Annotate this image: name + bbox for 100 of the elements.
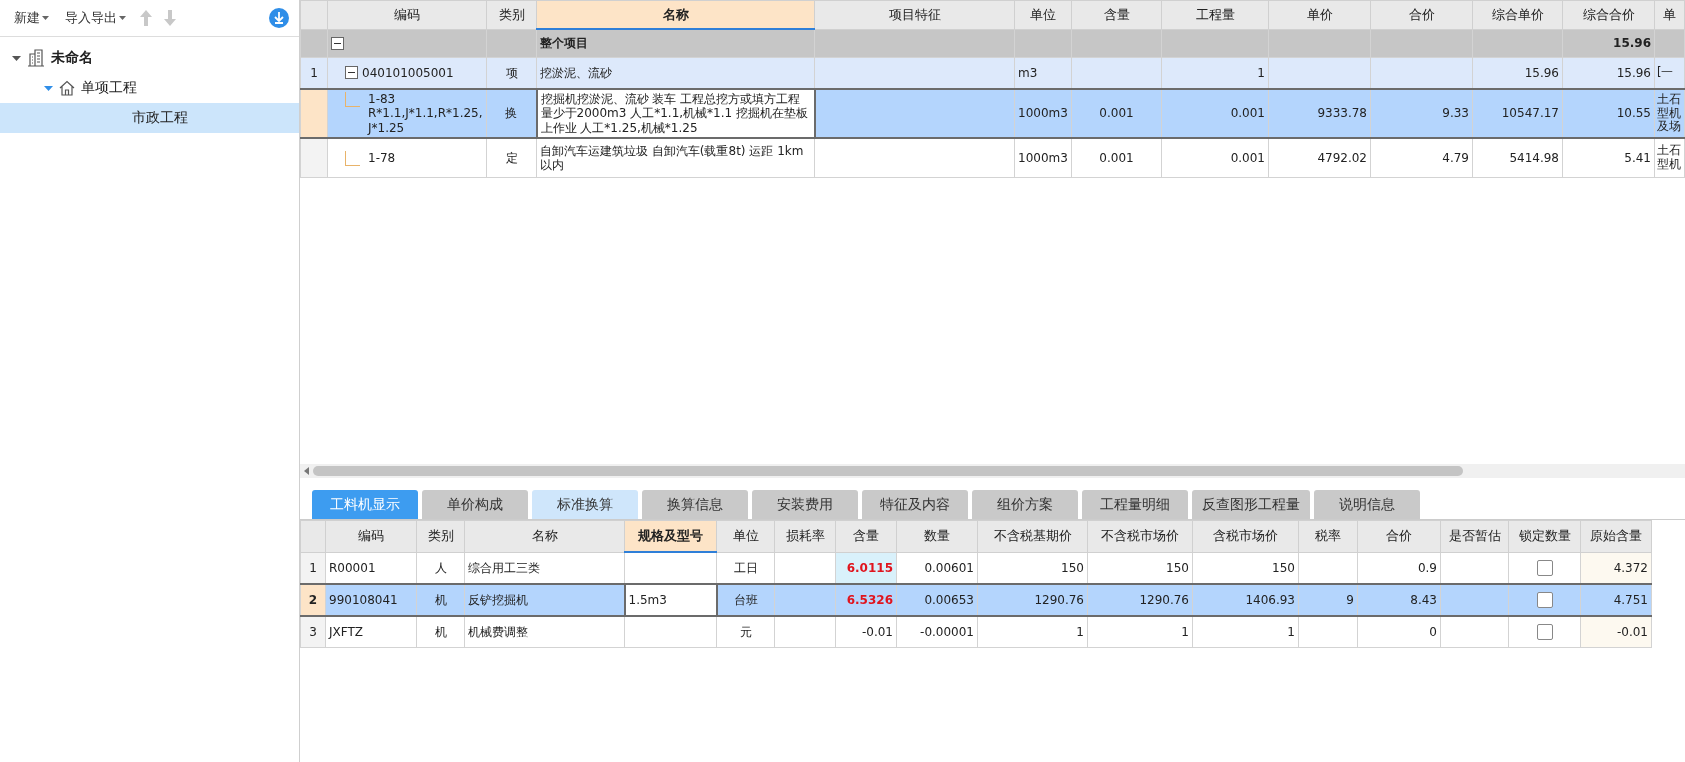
column-header[interactable]: 数量	[896, 520, 978, 552]
table-cell: 15.96	[1524, 65, 1559, 80]
table-cell: 1.5m3	[628, 592, 667, 607]
column-header[interactable]: 含量	[1071, 0, 1162, 29]
tree-connector-line	[345, 92, 360, 107]
caret-down-icon[interactable]	[44, 83, 53, 93]
table-cell: 9.33	[1442, 106, 1469, 121]
horizontal-scrollbar[interactable]	[300, 464, 1685, 478]
tree-item[interactable]: 市政工程	[0, 103, 299, 133]
column-header[interactable]: 单价	[1268, 0, 1371, 29]
column-header[interactable]: 名称	[536, 0, 815, 29]
column-header[interactable]: 类别	[486, 0, 537, 29]
house-icon	[59, 80, 75, 96]
table-cell: 1	[310, 65, 318, 80]
menu-button[interactable]: 新建	[12, 7, 51, 29]
table-cell: 综合用工三类	[468, 560, 540, 575]
column-header[interactable]: 含税市场价	[1192, 520, 1299, 552]
column-header[interactable]: 编码	[327, 0, 487, 29]
column-header[interactable]: 类别	[416, 520, 465, 552]
table-cell: 反铲挖掘机	[468, 592, 528, 607]
column-header[interactable]: 损耗率	[774, 520, 836, 552]
table-cell: 1290.76	[1034, 592, 1084, 607]
table-cell: 6.5326	[846, 592, 893, 607]
column-header[interactable]: 合价	[1370, 0, 1473, 29]
table-cell: 0.001	[1230, 150, 1265, 165]
table-cell: 5.41	[1624, 150, 1651, 165]
tab[interactable]: 单价构成	[422, 490, 528, 519]
table-cell: 元	[739, 624, 752, 639]
tree-item[interactable]: 单项工程	[0, 73, 299, 103]
item-code: 1-83 R*1.1,J*1.1,R*1.25,J*1.25	[366, 92, 483, 136]
column-header[interactable]: 单	[1654, 0, 1685, 29]
table-cell: 0.00653	[924, 592, 974, 607]
column-header[interactable]: 是否暂估	[1440, 520, 1509, 552]
scroll-left-icon[interactable]	[304, 467, 309, 475]
caret-icon	[119, 16, 126, 20]
table-cell: 机	[434, 624, 447, 639]
table-cell: 990108041	[329, 592, 398, 607]
table-cell: 150	[1061, 560, 1084, 575]
table-cell: 1	[1181, 624, 1189, 639]
column-header[interactable]: 单位	[1014, 0, 1072, 29]
checkbox[interactable]	[1536, 559, 1553, 576]
tab[interactable]: 标准换算	[532, 490, 638, 519]
column-header[interactable]: 合价	[1357, 520, 1441, 552]
column-header[interactable]: 原始含量	[1580, 520, 1652, 552]
table-cell: 换	[505, 106, 518, 121]
caret-down-icon[interactable]	[12, 53, 21, 63]
table-cell: 1	[309, 560, 317, 575]
column-header[interactable]: 工程量	[1161, 0, 1269, 29]
tab[interactable]: 反查图形工程量	[1192, 490, 1310, 519]
table-cell: 自卸汽车运建筑垃圾 自卸汽车(载重8t) 运距 1km以内	[540, 143, 804, 173]
tab[interactable]: 工程量明细	[1082, 490, 1188, 519]
tree-item[interactable]: 未命名	[0, 43, 299, 73]
column-header[interactable]: 不含税市场价	[1087, 520, 1193, 552]
table-cell: 15.96	[1613, 36, 1651, 51]
column-header[interactable]: 名称	[464, 520, 625, 552]
column-header[interactable]: 单位	[716, 520, 775, 552]
table-cell: 10.55	[1616, 106, 1651, 121]
column-header[interactable]: 不含税基期价	[977, 520, 1088, 552]
column-header[interactable]: 税率	[1298, 520, 1358, 552]
tab[interactable]: 说明信息	[1314, 490, 1420, 519]
column-header[interactable]: 综合单价	[1472, 0, 1563, 29]
table-cell: R00001	[329, 560, 376, 575]
column-header[interactable]: 含量	[835, 520, 897, 552]
tab[interactable]: 组价方案	[972, 490, 1078, 519]
table-cell: 15.96	[1616, 65, 1651, 80]
column-header[interactable]: 综合合价	[1562, 0, 1655, 29]
table-cell: 0.001	[1099, 106, 1134, 121]
item-code: 040101005001	[362, 65, 454, 81]
column-header[interactable]: 项目特征	[814, 0, 1015, 29]
table-cell: 4.79	[1442, 150, 1469, 165]
column-header[interactable]: 锁定数量	[1508, 520, 1581, 552]
table-cell: 2	[308, 592, 318, 607]
table-cell: 1	[1257, 65, 1265, 80]
table-cell: 0	[1429, 624, 1437, 639]
table-cell: 人	[434, 560, 447, 575]
table-cell: -0.00001	[920, 624, 974, 639]
item-code: 1-78	[367, 150, 396, 166]
table-cell: 项	[505, 65, 518, 80]
table-cell: 土石型机	[1657, 143, 1681, 172]
tab[interactable]: 换算信息	[642, 490, 748, 519]
table-cell: 0.001	[1099, 150, 1134, 165]
table-cell: 0.00601	[924, 560, 974, 575]
column-header[interactable]: 编码	[325, 520, 417, 552]
tab[interactable]: 安装费用	[752, 490, 858, 519]
collapse-icon[interactable]	[345, 66, 358, 80]
table-cell: 1000m3	[1018, 150, 1068, 165]
tab[interactable]: 特征及内容	[862, 490, 968, 519]
menu-button[interactable]: 导入导出	[63, 7, 128, 29]
table-cell: 8.43	[1410, 592, 1437, 607]
table-cell: m3	[1018, 65, 1038, 80]
checkbox[interactable]	[1536, 624, 1553, 640]
download-icon[interactable]	[269, 8, 289, 28]
table-cell: 1290.76	[1139, 592, 1189, 607]
table-cell: 9	[1346, 592, 1354, 607]
table-cell: 150	[1166, 560, 1189, 575]
column-header[interactable]: 规格及型号	[624, 520, 717, 552]
checkbox[interactable]	[1536, 592, 1553, 608]
table-cell: 1	[1076, 624, 1084, 639]
table-cell: 0.9	[1417, 560, 1437, 575]
collapse-icon[interactable]	[331, 36, 344, 50]
